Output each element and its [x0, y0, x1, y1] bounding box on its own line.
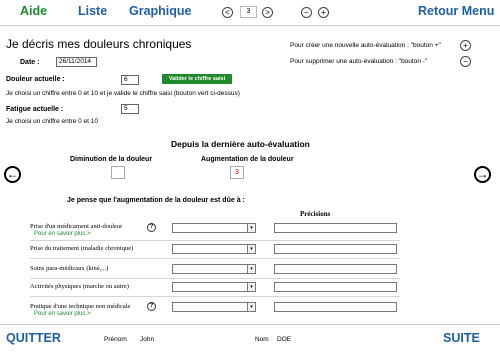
augmentation-label: Augmentation de la douleur	[201, 156, 294, 163]
date-label: Date :	[20, 59, 40, 66]
page-plus-button[interactable]: +	[318, 7, 329, 18]
row-divider	[30, 240, 400, 241]
cause-select[interactable]: ▾	[172, 302, 256, 312]
header-divider	[0, 25, 500, 26]
precisions-input[interactable]	[274, 223, 397, 233]
help-icon[interactable]: ?	[147, 223, 156, 232]
help-icon[interactable]: ?	[147, 302, 156, 311]
cause-select[interactable]: ▾	[172, 264, 256, 274]
precisions-input[interactable]	[274, 264, 397, 274]
precisions-input[interactable]	[274, 302, 397, 312]
douleur-hint: Je choisi un chiffre entre 0 et 10 et je…	[6, 90, 240, 97]
since-title: Depuis la dernière auto-évaluation	[171, 139, 310, 149]
next-arrow-button[interactable]: →	[474, 166, 491, 183]
page-minus-button[interactable]: −	[301, 7, 312, 18]
valider-button[interactable]: Valider le chiffre saisi	[162, 74, 232, 84]
cause-row-label: Prise d'un médicament anti-douleur	[30, 223, 123, 230]
delete-evaluation-button[interactable]: −	[460, 56, 471, 67]
augmentation-field[interactable]: 3	[230, 166, 244, 179]
create-evaluation-button[interactable]: +	[460, 40, 471, 51]
douleur-field[interactable]: 6	[121, 75, 139, 85]
cause-row-label: Activités physiques (marche ou autre)	[30, 283, 129, 290]
diminution-field[interactable]	[111, 166, 125, 179]
prenom-value: John	[140, 336, 155, 343]
chevron-down-icon: ▾	[247, 245, 255, 253]
nav-graphique-link[interactable]: Graphique	[129, 4, 192, 18]
cause-row-label: Prise du traitement (maladie chronique)	[30, 245, 134, 252]
chevron-down-icon: ▾	[247, 265, 255, 273]
page-title: Je décris mes douleurs chroniques	[6, 37, 192, 51]
previous-arrow-button[interactable]: ←	[4, 166, 21, 183]
precisions-input[interactable]	[274, 282, 397, 292]
cause-row-label: Pratique d'une technique non médicale	[30, 303, 131, 310]
cause-select[interactable]: ▾	[172, 223, 256, 233]
nom-value: DOE	[277, 336, 292, 343]
row-divider	[30, 296, 400, 297]
page-number-field[interactable]: 3	[240, 6, 257, 18]
cause-select[interactable]: ▾	[172, 244, 256, 254]
chevron-down-icon: ▾	[247, 224, 255, 232]
row-divider	[30, 278, 400, 279]
page-prev-button[interactable]: <	[222, 7, 233, 18]
fatigue-label: Fatigue actuelle :	[6, 106, 64, 113]
quitter-button[interactable]: QUITTER	[6, 331, 61, 345]
learn-more-link[interactable]: Pour en savoir plus >	[34, 231, 91, 237]
page-next-button[interactable]: >	[262, 7, 273, 18]
causes-intro: Je pense que l'augmentation de la douleu…	[67, 197, 245, 204]
cause-row-label: Soins para-médicaux (kiné,...)	[30, 265, 109, 272]
precisions-input[interactable]	[274, 244, 397, 254]
create-hint-text: Pour créer une nouvelle auto-évaluation …	[290, 42, 441, 49]
nav-aide-link[interactable]: Aide	[20, 4, 47, 18]
chevron-down-icon: ▾	[247, 303, 255, 311]
prenom-label: Prénom	[104, 336, 127, 343]
fatigue-field[interactable]: 5	[121, 104, 139, 114]
fatigue-hint: Je choisi un chiffre entre 0 et 10	[6, 118, 99, 125]
row-divider	[30, 258, 400, 259]
cause-select[interactable]: ▾	[172, 282, 256, 292]
nav-retour-menu-link[interactable]: Retour Menu	[418, 4, 494, 18]
chevron-down-icon: ▾	[247, 283, 255, 291]
suite-button[interactable]: SUITE	[443, 331, 480, 345]
nom-label: Nom	[255, 336, 269, 343]
learn-more-link[interactable]: Pour en savoir plus >	[34, 311, 91, 317]
footer-divider	[0, 324, 500, 325]
date-field[interactable]: 26/11/2014	[56, 57, 97, 67]
nav-liste-link[interactable]: Liste	[78, 4, 107, 18]
precisions-header: Précisions	[300, 210, 331, 218]
diminution-label: Diminution de la douleur	[70, 156, 153, 163]
delete-hint-text: Pour supprimer une auto-évaluation : "bo…	[290, 58, 428, 65]
douleur-label: Douleur actuelle :	[6, 76, 65, 83]
